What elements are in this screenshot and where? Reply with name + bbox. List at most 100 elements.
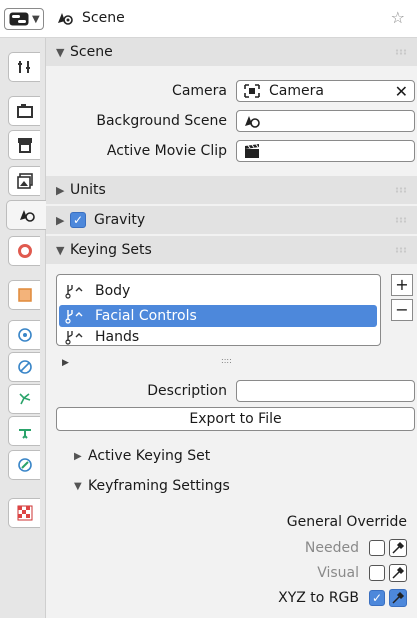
properties-header: ▼ Scene ☆ (0, 0, 417, 38)
object-icon (17, 288, 32, 302)
xyz-to-rgb-row: XYZ to RGB ✓ (278, 589, 407, 607)
drag-grip-icon[interactable] (395, 217, 407, 223)
section-title: Scene (70, 44, 113, 60)
xyz-to-rgb-override-toggle[interactable] (389, 589, 407, 607)
constraints-icon (17, 360, 32, 374)
armature-icon (18, 393, 30, 405)
bone-icon (18, 429, 31, 439)
tab-output[interactable] (8, 130, 40, 160)
drag-grip-icon[interactable] (395, 247, 407, 253)
section-units-header[interactable]: ▶ Units (46, 176, 417, 204)
tab-world[interactable] (8, 236, 40, 266)
list-resize-grip-icon[interactable]: :::: (221, 356, 232, 365)
header-title: Scene (82, 10, 125, 26)
texture-icon (17, 505, 32, 521)
list-expand-icon[interactable]: ▶ (62, 358, 69, 368)
editor-type-selector[interactable]: ▼ (4, 8, 44, 30)
add-keying-set-button[interactable]: + (391, 274, 413, 296)
subpanel-active-keying-set[interactable]: ▶ Active Keying Set (74, 448, 210, 464)
section-title: Gravity (94, 212, 146, 228)
visual-row: Visual (317, 564, 407, 582)
section-gravity-header[interactable]: ▶ ✓ Gravity (46, 206, 417, 234)
tab-bone-constraints[interactable] (8, 450, 40, 480)
expanded-triangle-icon: ▼ (74, 480, 82, 492)
world-icon (17, 244, 32, 258)
list-item[interactable]: Body (59, 280, 377, 302)
movie-clip-icon (245, 144, 259, 158)
collapsed-triangle-icon: ▶ (74, 450, 82, 462)
needed-override-toggle[interactable] (389, 539, 407, 557)
collapsed-triangle-icon: ▶ (56, 213, 65, 227)
list-item-selected[interactable]: Facial Controls (59, 305, 377, 327)
bone-constraint-icon (17, 458, 32, 472)
clear-icon[interactable]: ✕ (395, 82, 408, 101)
tab-object[interactable] (8, 280, 40, 310)
eyedropper-icon (392, 591, 405, 604)
drag-grip-icon[interactable] (395, 49, 407, 55)
camera-label: Camera (172, 83, 227, 99)
camera-field[interactable]: Camera ✕ (236, 80, 415, 102)
tab-object-data[interactable] (8, 384, 40, 414)
keying-set-icon (65, 331, 83, 345)
section-title: Units (70, 182, 106, 198)
section-keying-sets-header[interactable]: ▼ Keying Sets (46, 236, 417, 264)
list-item-label: Facial Controls (95, 308, 197, 324)
scene-icon (58, 13, 73, 25)
general-override-title: General Override (286, 514, 407, 530)
remove-keying-set-button[interactable]: − (391, 299, 413, 321)
scene-icon (245, 116, 260, 128)
subpanel-keyframing-settings[interactable]: ▼ Keyframing Settings (74, 478, 230, 494)
export-to-file-button[interactable]: Export to File (56, 407, 415, 431)
needed-label: Needed (304, 540, 359, 556)
needed-row: Needed (305, 539, 407, 557)
keying-sets-list[interactable]: Body Facial Controls Hands (56, 274, 381, 346)
context-path: Scene (56, 9, 125, 27)
tab-view-layer[interactable] (8, 166, 40, 196)
tab-scene[interactable] (6, 200, 46, 230)
view-layer-icon (16, 173, 33, 189)
eyedropper-icon (392, 566, 405, 579)
tab-texture[interactable] (8, 498, 40, 528)
camera-value: Camera (269, 83, 324, 99)
render-icon (16, 104, 33, 118)
collapsed-triangle-icon: ▶ (56, 183, 65, 197)
description-field[interactable] (236, 380, 415, 402)
tab-tool[interactable] (8, 52, 40, 82)
description-label: Description (147, 383, 227, 399)
tab-physics[interactable] (8, 320, 40, 350)
tab-bone[interactable] (8, 416, 40, 446)
section-scene-header[interactable]: ▼ Scene (46, 38, 417, 66)
xyz-to-rgb-checkbox[interactable]: ✓ (369, 590, 385, 606)
visual-checkbox[interactable] (369, 565, 385, 581)
expanded-triangle-icon: ▼ (56, 45, 65, 59)
list-item[interactable]: Hands (59, 329, 377, 345)
subpanel-title: Keyframing Settings (88, 478, 230, 494)
properties-tabs (0, 38, 46, 618)
gravity-checkbox[interactable]: ✓ (70, 212, 86, 228)
tab-render[interactable] (8, 96, 40, 126)
visual-label: Visual (317, 565, 359, 581)
active-movie-clip-label: Active Movie Clip (106, 143, 227, 159)
active-movie-clip-field[interactable] (236, 140, 415, 162)
physics-icon (17, 328, 32, 342)
list-item-label: Hands (95, 329, 140, 345)
eyedropper-icon (392, 541, 405, 554)
list-item-label: Body (95, 283, 131, 299)
keying-set-icon (65, 310, 83, 324)
output-icon (17, 138, 32, 153)
section-title: Keying Sets (70, 242, 152, 258)
xyz-to-rgb-label: XYZ to RGB (278, 590, 359, 606)
tab-constraints[interactable] (8, 352, 40, 382)
tool-icon (17, 61, 30, 73)
pin-icon[interactable]: ☆ (391, 8, 405, 27)
chevron-down-icon: ▼ (32, 13, 40, 25)
scene-icon (19, 210, 35, 222)
visual-override-toggle[interactable] (389, 564, 407, 582)
needed-checkbox[interactable] (369, 540, 385, 556)
scene-properties: ▼ Scene Camera Camera ✕ Background Scene… (46, 38, 417, 618)
properties-editor-icon (9, 12, 29, 26)
subpanel-title: Active Keying Set (88, 448, 211, 464)
background-scene-field[interactable] (236, 110, 415, 132)
camera-object-icon (244, 84, 260, 98)
drag-grip-icon[interactable] (395, 187, 407, 193)
